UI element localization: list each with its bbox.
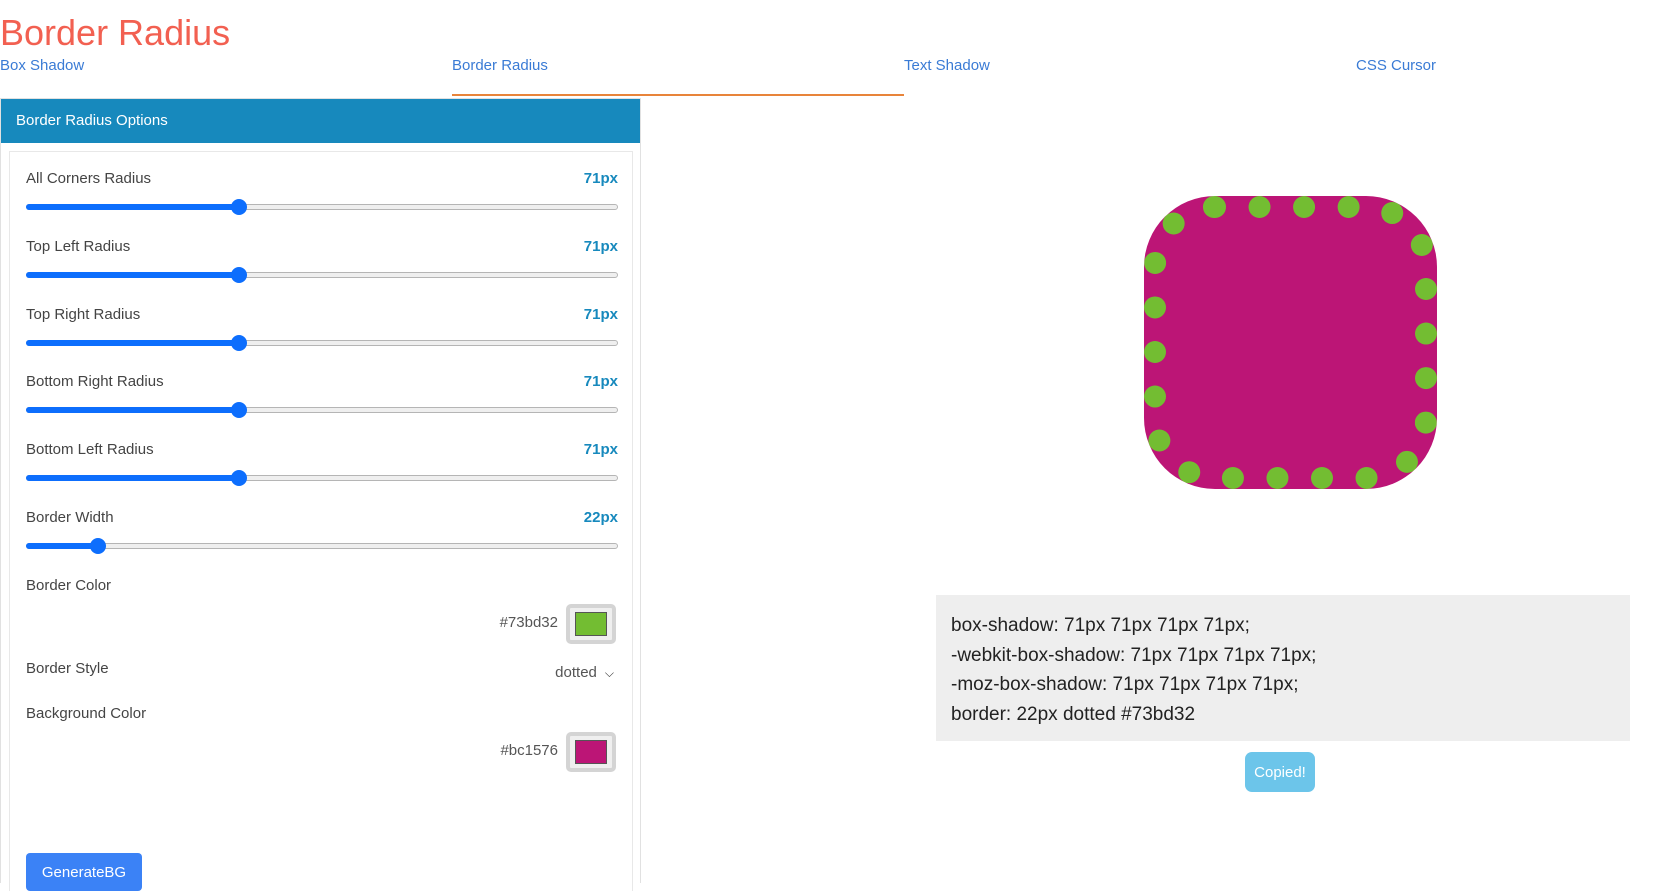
background-color-swatch[interactable] (566, 732, 616, 772)
bottom-left-radius-slider[interactable] (26, 470, 618, 486)
border-style-label: Border Style (26, 660, 109, 677)
bottom-right-radius-label: Bottom Right Radius (26, 373, 164, 390)
border-color-label: Border Color (26, 577, 112, 594)
top-left-radius-value: 71px (583, 238, 618, 255)
slider-fill (26, 272, 239, 278)
tab-bar: Box Shadow Border Radius Text Shadow CSS… (0, 56, 1666, 96)
all-corners-radius-slider[interactable] (26, 199, 618, 215)
all-corners-radius-value: 71px (583, 170, 618, 187)
bottom-left-radius-control: Bottom Left Radius 71px (26, 441, 618, 501)
code-line: box-shadow: 71px 71px 71px 71px; (951, 615, 1250, 636)
bottom-right-radius-slider[interactable] (26, 402, 618, 418)
slider-fill (26, 475, 239, 481)
chevron-down-icon: ⌵ (604, 666, 614, 680)
slider-fill (26, 340, 239, 346)
page-title: Border Radius (0, 12, 231, 53)
code-line: -moz-box-shadow: 71px 71px 71px 71px; (951, 674, 1299, 695)
tab-box-shadow[interactable]: Box Shadow (0, 56, 452, 96)
border-color-hex: #73bd32 (499, 614, 558, 631)
background-color-label: Background Color (26, 705, 147, 722)
top-right-radius-slider[interactable] (26, 335, 618, 351)
tab-css-cursor[interactable]: CSS Cursor (1356, 56, 1666, 96)
border-style-select[interactable]: dotted ⌵ (555, 664, 614, 681)
border-radius-preview (1144, 196, 1437, 489)
border-width-slider[interactable] (26, 538, 618, 554)
slider-fill (26, 407, 239, 413)
slider-thumb[interactable] (231, 267, 248, 283)
code-line: border: 22px dotted #73bd32 (951, 703, 1196, 725)
border-color-swatch-fill (575, 612, 607, 636)
border-radius-options-panel: Border Radius Options All Corners Radius… (0, 98, 641, 891)
slider-thumb[interactable] (231, 470, 248, 486)
bottom-right-radius-control: Bottom Right Radius 71px (26, 373, 618, 433)
generate-bg-button[interactable]: GenerateBG (26, 853, 142, 891)
slider-fill (26, 543, 97, 549)
slider-thumb[interactable] (231, 199, 248, 215)
slider-thumb[interactable] (89, 538, 106, 554)
background-color-swatch-fill (575, 740, 607, 764)
slider-fill (26, 204, 239, 210)
border-width-control: Border Width 22px (26, 509, 618, 569)
bottom-right-radius-value: 71px (583, 373, 618, 390)
slider-thumb[interactable] (231, 335, 248, 351)
bottom-left-radius-label: Bottom Left Radius (26, 441, 154, 458)
tab-border-radius[interactable]: Border Radius (452, 56, 904, 96)
top-right-radius-value: 71px (583, 306, 618, 323)
border-style-selected: dotted (555, 664, 597, 681)
panel-header: Border Radius Options (1, 99, 640, 143)
css-code-output: box-shadow: 71px 71px 71px 71px; -webkit… (936, 595, 1630, 741)
options-form: All Corners Radius 71px Top Left Radius … (9, 151, 633, 891)
slider-thumb[interactable] (231, 402, 248, 418)
background-color-hex: #bc1576 (500, 742, 558, 759)
border-color-picker: #73bd32 (416, 604, 616, 644)
top-right-radius-control: Top Right Radius 71px (26, 306, 618, 366)
top-left-radius-control: Top Left Radius 71px (26, 238, 618, 298)
border-width-value: 22px (583, 509, 618, 526)
top-left-radius-label: Top Left Radius (26, 238, 131, 255)
tab-text-shadow[interactable]: Text Shadow (904, 56, 1356, 96)
code-line: -webkit-box-shadow: 71px 71px 71px 71px; (951, 644, 1317, 666)
bottom-left-radius-value: 71px (583, 441, 618, 458)
all-corners-radius-control: All Corners Radius 71px (26, 170, 618, 230)
background-color-picker: #bc1576 (416, 732, 616, 772)
border-color-swatch[interactable] (566, 604, 616, 644)
top-left-radius-slider[interactable] (26, 267, 618, 283)
top-right-radius-label: Top Right Radius (26, 306, 141, 323)
all-corners-radius-label: All Corners Radius (26, 170, 152, 187)
border-width-label: Border Width (26, 509, 114, 526)
copy-code-button[interactable]: Copied! (1245, 752, 1315, 792)
